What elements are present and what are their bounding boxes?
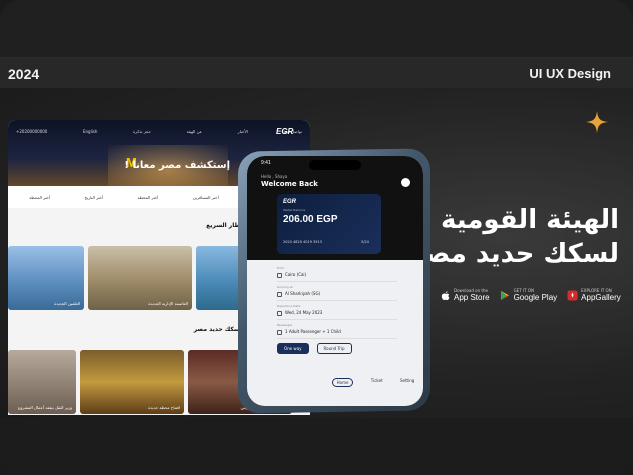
news-caption: وزير النقل يتفقد أعمال المشروع [18,405,72,410]
store-badges: Download on the App Store GET IT ON Goog… [440,288,621,302]
huawei-icon [567,289,578,301]
nav-phone[interactable]: +20200000000 [16,129,47,134]
date-label: Departure Date [277,304,301,308]
bottom-bar [0,418,633,475]
date-value: Wed, 24 May 2023 [285,310,323,315]
app-gallery-badge[interactable]: EXPLORE IT ON AppGallery [567,288,621,302]
destination-card[interactable]: العلمين الجديدة [8,246,84,310]
to-value: Al Sharkiyah (SG) [285,291,321,296]
card-expiry: 5/24 [361,240,369,244]
user-icon [277,330,282,335]
booking-form: From Cairo (Cai) Arriving at Al Sharkiya… [277,266,397,354]
booking-field-from[interactable]: أختر المحطة [29,195,50,200]
greeting: Hello , Shaya [261,174,288,179]
from-value: Cairo (Cai) [285,272,307,277]
category-label: UI UX Design [529,66,611,81]
phone-screen: 9:41 Hello , Shaya Welcome Back EGR Wall… [247,156,423,406]
booking-field-passengers[interactable]: أختر المسافرين [193,195,219,200]
wallet-card-logo: EGR [283,199,297,205]
to-field[interactable]: Arriving at Al Sharkiyah (SG) [277,285,397,301]
google-play-big: Google Play [513,293,558,302]
website-nav: +20200000000 English حجز تذكرة عن الهيئة… [8,120,310,142]
news-caption: افتتاح محطة جديدة [148,405,180,410]
apple-icon [441,290,450,300]
nav-language[interactable]: English [83,129,97,134]
play-icon [500,290,509,300]
year-label: 2024 [8,66,40,82]
calendar-icon [277,311,282,316]
passenger-label: Passenger [277,323,293,327]
passenger-value: 1 Adult Passenger + 1 Child [285,329,341,334]
to-label: Arriving at [277,285,293,289]
card-number: 2024 4820 4019 3913 [283,240,322,244]
booking-field-date[interactable]: أختر التاريخ [84,195,103,200]
wallet-balance-label: Wallet Balance [283,208,306,212]
destination-card[interactable]: العاصمة الإدارية الجديدة [88,246,192,310]
wallet-balance: 206.00 EGP [283,214,338,225]
hero-title: الهيئة القومية لسكك حديد مصر [409,203,619,271]
nav-booking[interactable]: حجز تذكرة [133,129,151,134]
train-icon [277,273,282,278]
nav-news[interactable]: الأخبار [238,129,248,134]
welcome-title: Welcome Back [261,180,318,188]
trip-type-toggle: One way Round Trip [277,343,397,354]
train-icon [277,292,282,297]
news-card[interactable]: افتتاح محطة جديدة [80,350,184,414]
website-logo[interactable]: EGR [276,127,293,136]
top-bar [0,0,633,58]
bottom-tab-bar: Home Ticket Setting [323,378,423,387]
news-card[interactable]: وزير النقل يتفقد أعمال المشروع [8,350,76,414]
nav-about[interactable]: عن الهيئة [187,129,202,134]
google-play-badge[interactable]: GET IT ON Google Play [500,288,558,302]
status-time: 9:41 [261,160,271,166]
presentation-frame: 2024 UI UX Design الهيئة القومية لسكك حد… [0,0,633,475]
tab-home[interactable]: Home [331,378,354,387]
wallet-card[interactable]: EGR Wallet Balance 206.00 EGP 2024 4820 … [277,194,381,254]
hero-line-2: لسكك حديد مصر [408,239,619,269]
phone-mockup: 9:41 Hello , Shaya Welcome Back EGR Wall… [238,148,430,414]
notification-icon[interactable] [401,178,410,187]
sparkle-icon [586,111,608,133]
booking-field-to[interactable]: أختر المحطة [137,195,158,200]
app-gallery-big: AppGallery [581,293,621,302]
round-trip-button[interactable]: Round Trip [316,343,352,354]
tab-setting[interactable]: Setting [400,378,414,387]
destination-caption: العلمين الجديدة [54,301,80,306]
from-label: From [277,266,285,270]
destination-caption: العاصمة الإدارية الجديدة [148,301,188,306]
passenger-field[interactable]: Passenger 1 Adult Passenger + 1 Child [277,323,397,339]
hero-line-1: الهيئة القومية [440,205,619,235]
app-store-badge[interactable]: Download on the App Store [440,288,490,302]
date-field[interactable]: Departure Date Wed, 24 May 2023 [277,304,397,320]
website-headline: إستكشف مصر معانا ! [124,160,230,171]
one-way-button[interactable]: One way [277,343,309,354]
phone-notch [309,160,361,170]
tab-ticket[interactable]: Ticket [371,378,383,387]
app-store-big: App Store [454,293,490,302]
from-field[interactable]: From Cairo (Cai) [277,266,397,282]
